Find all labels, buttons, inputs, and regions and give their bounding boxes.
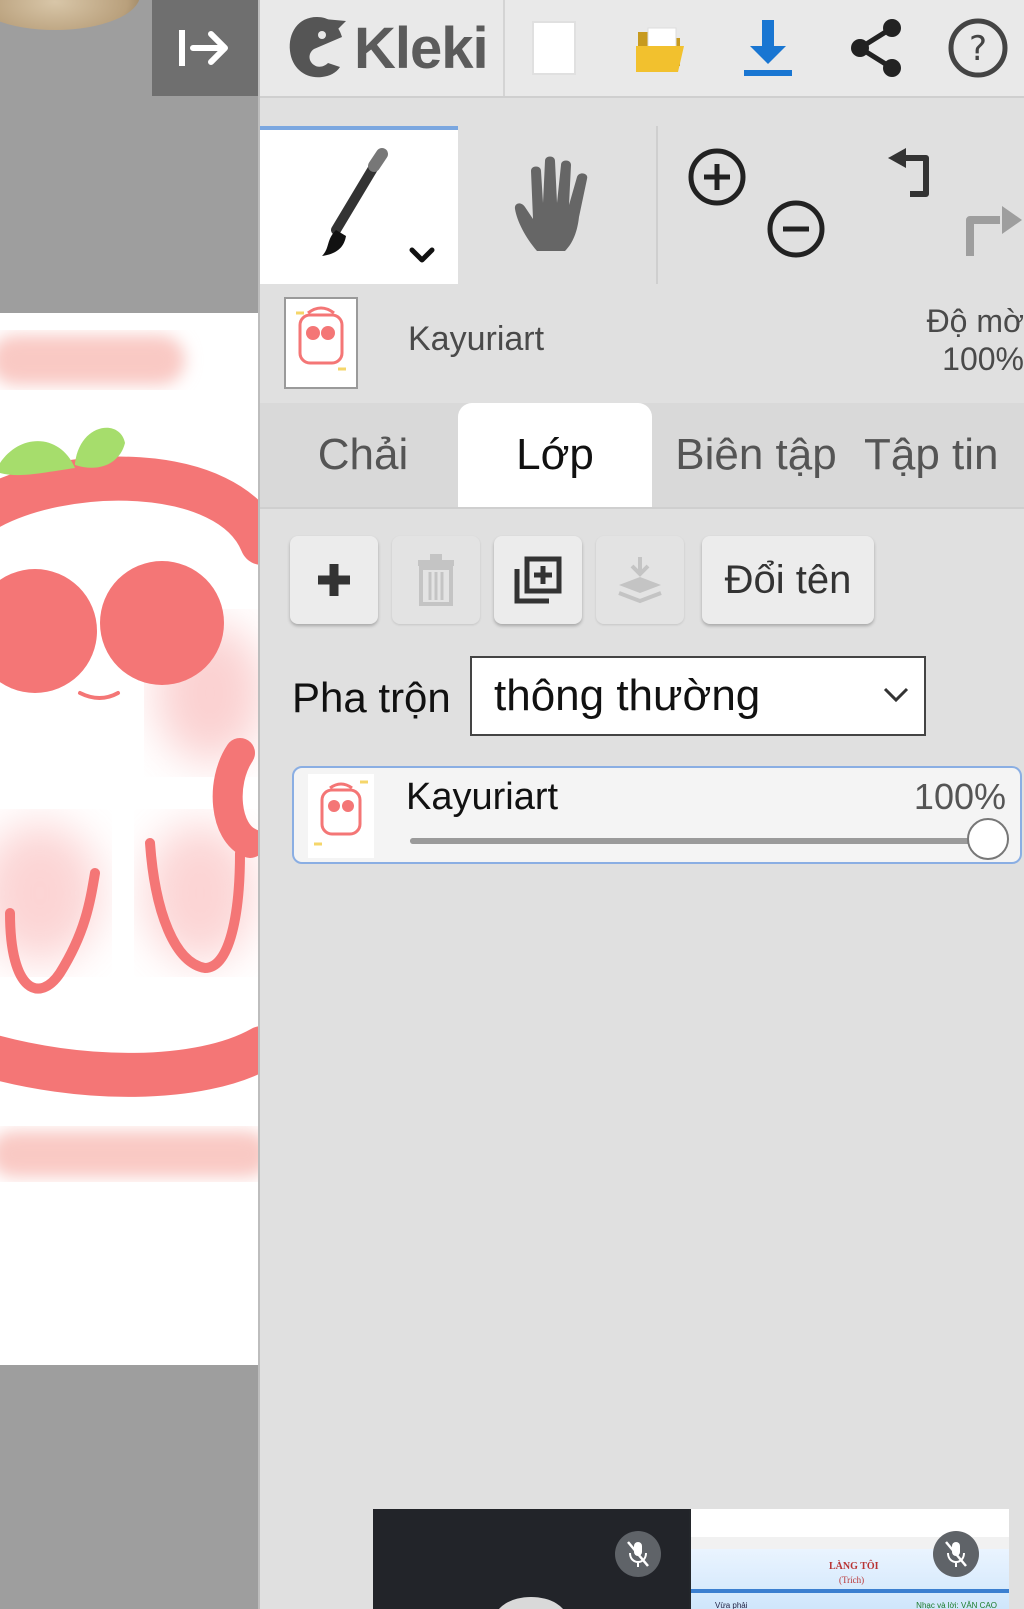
layer-thumbnail-image bbox=[314, 780, 368, 846]
merge-down-icon bbox=[618, 557, 662, 604]
undo-button[interactable] bbox=[882, 146, 942, 211]
tool-row bbox=[260, 126, 1024, 284]
brush-icon bbox=[322, 148, 435, 263]
blend-mode-value: thông thường bbox=[494, 671, 761, 720]
opacity-slider-fill bbox=[410, 838, 988, 844]
download-icon bbox=[744, 20, 792, 76]
tab-file[interactable]: Tập tin bbox=[864, 403, 1024, 507]
video-call-overlay[interactable]: LÀNG TÔI (Trích) Vừa phải Nhạc và lời: V… bbox=[373, 1509, 1009, 1609]
undo-icon bbox=[888, 148, 929, 197]
plus-icon bbox=[318, 564, 350, 596]
redo-icon bbox=[966, 206, 1022, 256]
side-panel: Kleki ? Kayuriart Độ mờ 100% Chải Lớp Bi… bbox=[260, 0, 1024, 1609]
mic-muted-button[interactable] bbox=[933, 1531, 979, 1577]
duplicate-icon bbox=[514, 556, 562, 604]
blend-mode-select[interactable]: thông thường bbox=[470, 656, 926, 736]
current-layer-name: Kayuriart bbox=[408, 320, 545, 358]
tab-brush[interactable]: Chải bbox=[274, 403, 452, 507]
open-file-button[interactable] bbox=[624, 10, 700, 86]
duplicate-layer-button[interactable] bbox=[494, 536, 582, 624]
app-logo[interactable]: Kleki bbox=[284, 8, 489, 88]
svg-text:?: ? bbox=[969, 29, 987, 69]
help-button[interactable]: ? bbox=[940, 10, 1016, 86]
tab-layers[interactable]: Lớp bbox=[458, 403, 652, 507]
kleki-logo-icon bbox=[289, 17, 346, 78]
collapse-panel-button[interactable] bbox=[152, 0, 258, 96]
panel-tabs: Chải Lớp Biên tập Tập tin bbox=[260, 403, 1024, 509]
layer-actions: Đổi tên bbox=[260, 536, 1024, 632]
collapse-arrow-icon bbox=[179, 30, 228, 66]
screen-share-tile[interactable]: LÀNG TÔI (Trích) Vừa phải Nhạc và lời: V… bbox=[691, 1509, 1009, 1609]
app-title: Kleki bbox=[354, 15, 489, 81]
download-button[interactable] bbox=[730, 10, 806, 86]
layer-opacity-value: 100% bbox=[913, 776, 1006, 817]
opacity-value: 100% bbox=[942, 341, 1024, 377]
open-folder-icon bbox=[636, 27, 684, 72]
zoom-out-icon bbox=[767, 200, 825, 258]
rename-layer-button[interactable]: Đổi tên bbox=[702, 536, 874, 624]
zoom-in-button[interactable] bbox=[686, 146, 748, 213]
slide-subtitle: (Trích) bbox=[839, 1575, 865, 1585]
opacity-slider-handle[interactable] bbox=[967, 818, 1009, 860]
trash-icon bbox=[418, 554, 454, 606]
brush-tool-button[interactable] bbox=[260, 126, 458, 284]
delete-layer-button[interactable] bbox=[392, 536, 480, 624]
share-icon bbox=[851, 19, 901, 77]
slide-caption-right: Nhạc và lời: VĂN CAO bbox=[916, 1601, 997, 1609]
mic-muted-button[interactable] bbox=[615, 1531, 661, 1577]
blend-mode-label: Pha trộn bbox=[292, 674, 451, 721]
current-layer-thumbnail bbox=[284, 297, 358, 389]
mic-off-icon bbox=[627, 1541, 649, 1567]
layer-thumbnail-image bbox=[296, 306, 346, 371]
layer-name: Kayuriart bbox=[406, 776, 559, 818]
layer-list-item[interactable]: Kayuriart 100% bbox=[292, 766, 1022, 864]
chevron-down-icon bbox=[883, 687, 909, 703]
new-image-icon bbox=[532, 21, 576, 75]
hand-tool-button[interactable] bbox=[458, 126, 654, 284]
slide-title: LÀNG TÔI bbox=[829, 1561, 879, 1572]
zoom-out-button[interactable] bbox=[765, 198, 827, 265]
tools-divider bbox=[656, 126, 658, 284]
add-layer-button[interactable] bbox=[290, 536, 378, 624]
avatar bbox=[0, 0, 140, 30]
slide-banner bbox=[691, 1589, 1009, 1593]
layer-thumbnail bbox=[308, 774, 374, 858]
drawing-artwork bbox=[0, 335, 258, 1177]
current-layer-info: Kayuriart Độ mờ 100% bbox=[260, 284, 1024, 394]
new-image-button[interactable] bbox=[516, 10, 592, 86]
layer-opacity-slider[interactable] bbox=[410, 838, 988, 844]
slide-caption-left: Vừa phải bbox=[715, 1601, 748, 1609]
participant-tile[interactable] bbox=[373, 1509, 689, 1609]
merge-down-button[interactable] bbox=[596, 536, 684, 624]
share-button[interactable] bbox=[838, 10, 914, 86]
zoom-in-icon bbox=[688, 148, 746, 206]
drawing-canvas[interactable] bbox=[0, 313, 258, 1365]
redo-button[interactable] bbox=[960, 200, 1024, 265]
hand-icon bbox=[514, 156, 588, 251]
canvas-area[interactable] bbox=[0, 0, 260, 1609]
layer-opacity-readout: Độ mờ 100% bbox=[894, 302, 1024, 378]
tab-edit[interactable]: Biên tập bbox=[656, 403, 856, 507]
top-toolbar: Kleki ? bbox=[260, 0, 1024, 98]
help-icon: ? bbox=[948, 18, 1008, 78]
opacity-label: Độ mờ bbox=[926, 303, 1024, 339]
mic-off-icon bbox=[945, 1541, 967, 1567]
toolbar-divider bbox=[503, 0, 505, 96]
